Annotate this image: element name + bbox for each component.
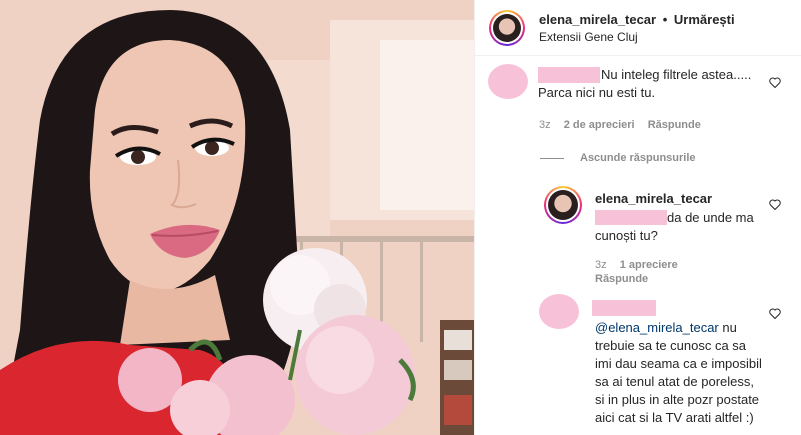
heart-icon[interactable] — [769, 77, 781, 88]
reply-author-username[interactable]: elena_mirela_tecar — [595, 191, 712, 206]
hide-replies-button[interactable]: Ascunde răspunsurile — [540, 152, 696, 164]
mention-link[interactable]: @elena_mirela_tecar — [595, 320, 719, 335]
comment-text: @elena_mirela_tecar nu trebuie sa te cun… — [595, 319, 765, 427]
post-image — [0, 0, 474, 435]
post-photo[interactable] — [0, 0, 474, 435]
heart-icon[interactable] — [769, 199, 781, 210]
avatar[interactable] — [488, 64, 528, 99]
follow-status-button[interactable]: Urmărești — [674, 12, 735, 27]
likes-count[interactable]: 2 de aprecieri — [564, 119, 635, 131]
reply-text: da de unde ma cunoști tu? — [595, 210, 754, 243]
reply-author-avatar[interactable] — [544, 186, 582, 224]
reply-time: 3z — [595, 259, 607, 271]
reply-reply-button[interactable]: Răspunde — [595, 273, 648, 285]
comment-body: nu trebuie sa te cunosc ca sa imi dau se… — [595, 320, 762, 425]
heart-icon[interactable] — [769, 308, 781, 319]
author-username[interactable]: elena_mirela_tecar — [539, 12, 656, 27]
redacted-username[interactable] — [592, 300, 656, 316]
comment-time: 3z — [539, 119, 551, 131]
hide-replies-label: Ascunde răspunsurile — [580, 152, 696, 164]
post-header: elena_mirela_tecar • Urmărești Extensii … — [475, 0, 801, 56]
reply-likes-count[interactable]: 1 apreciere — [620, 259, 678, 271]
comments-panel: elena_mirela_tecar • Urmărești Extensii … — [474, 0, 801, 435]
reply-button[interactable]: Răspunde — [648, 119, 701, 131]
separator-dot: • — [662, 11, 668, 27]
avatar[interactable] — [539, 294, 579, 329]
post-location[interactable]: Extensii Gene Cluj — [539, 30, 735, 44]
author-avatar[interactable] — [489, 9, 525, 46]
comment-text: Nu inteleg filtrele astea..... Parca nic… — [538, 67, 752, 100]
